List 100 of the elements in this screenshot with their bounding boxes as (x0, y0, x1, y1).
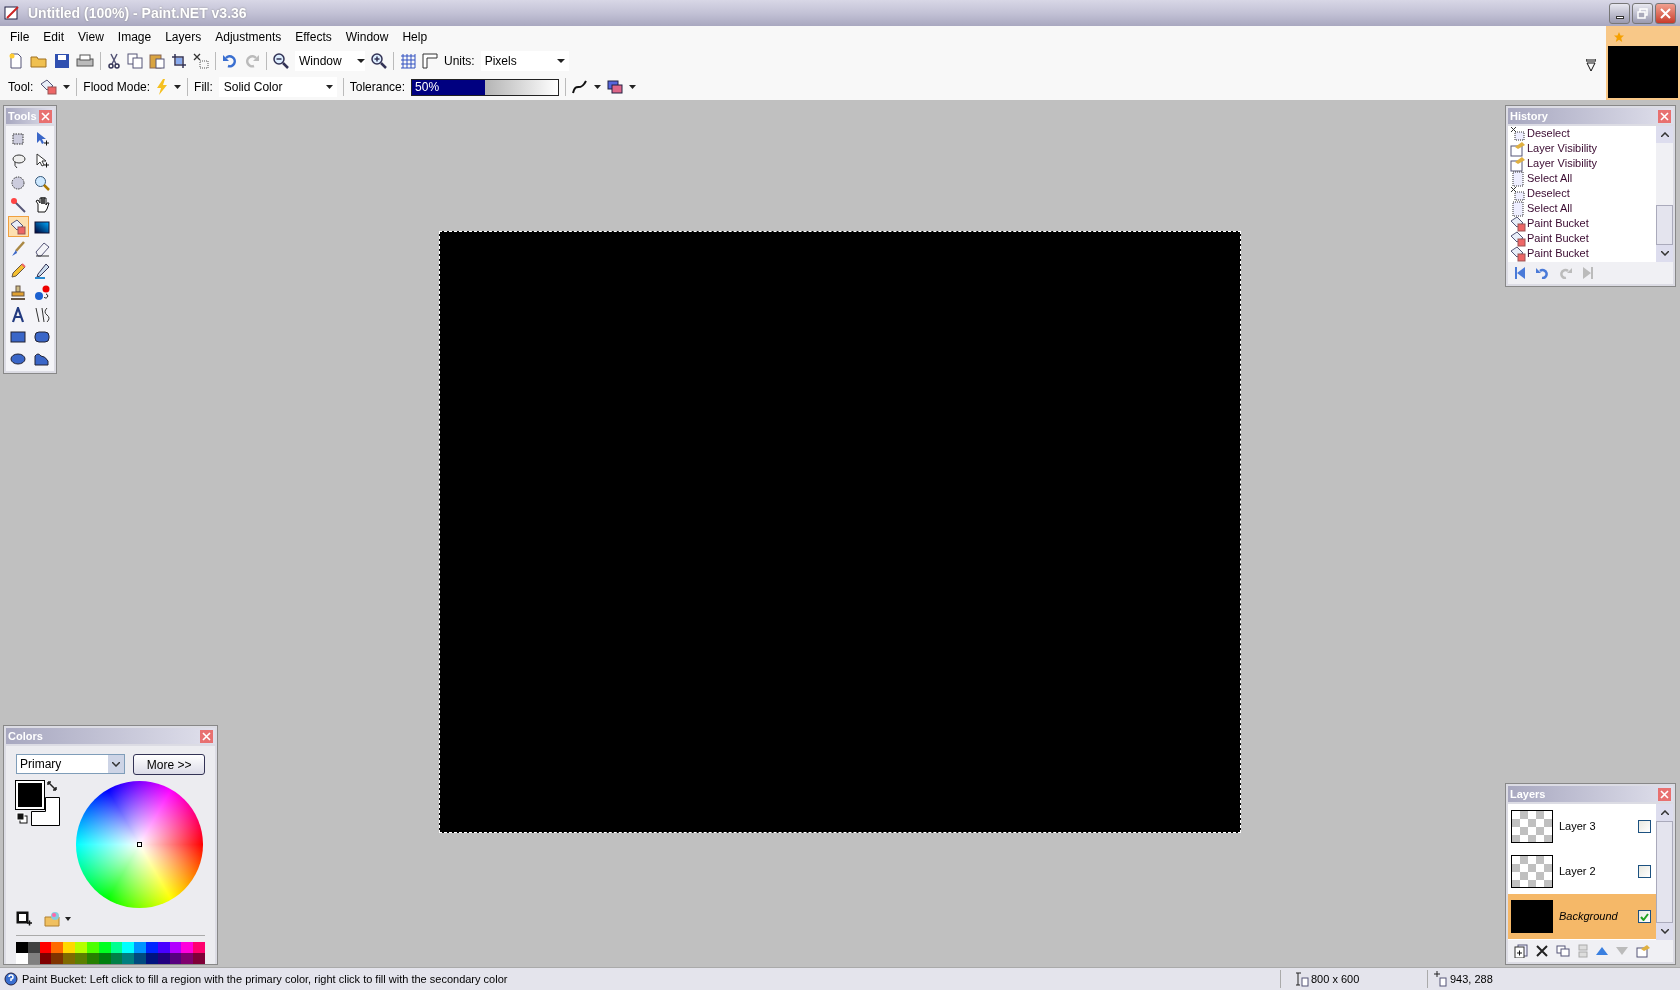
palette-swatch[interactable] (169, 953, 182, 964)
caret-icon[interactable] (63, 85, 71, 89)
blend-mode-icon[interactable] (607, 80, 624, 94)
move-up-icon[interactable] (1596, 947, 1608, 955)
palette-swatch[interactable] (181, 953, 194, 964)
color-wheel-marker[interactable] (137, 842, 142, 847)
copy-icon[interactable] (127, 53, 143, 69)
fill-dropdown[interactable]: Solid Color (218, 77, 337, 97)
palette-swatch[interactable] (98, 953, 111, 964)
scroll-up-icon[interactable] (1660, 810, 1669, 815)
add-color-icon[interactable] (16, 911, 32, 927)
primary-color-swatch[interactable] (16, 781, 44, 809)
palette-swatch[interactable] (134, 953, 146, 964)
paint-bucket-icon[interactable] (39, 79, 58, 95)
palette-swatch[interactable] (134, 942, 146, 953)
more-button[interactable]: More >> (133, 754, 205, 775)
grid-icon[interactable] (400, 53, 416, 69)
caret-icon[interactable] (594, 85, 602, 89)
palette-swatch[interactable] (122, 953, 135, 964)
history-item[interactable]: Deselect (1527, 126, 1570, 142)
caret-icon[interactable] (174, 85, 182, 89)
caret-icon[interactable] (629, 85, 637, 89)
palette-swatch[interactable] (86, 953, 99, 964)
close-button[interactable] (200, 729, 213, 743)
palette-swatch[interactable] (145, 953, 158, 964)
menu-item[interactable]: Image (111, 28, 158, 46)
duplicate-layer-icon[interactable] (1556, 945, 1570, 957)
deselect-icon[interactable] (193, 53, 209, 69)
history-item[interactable]: Layer Visibility (1527, 140, 1598, 157)
scroll-thumb[interactable] (1656, 205, 1673, 245)
palette-swatch[interactable] (27, 942, 40, 953)
scroll-thumb[interactable] (1656, 821, 1673, 923)
close-button[interactable] (1655, 2, 1676, 24)
menu-item[interactable]: Help (396, 28, 434, 46)
palette-swatch[interactable] (193, 942, 205, 953)
undo-icon[interactable] (222, 53, 238, 69)
layer-properties-icon[interactable] (1636, 944, 1650, 958)
menu-item[interactable]: Edit (37, 28, 71, 46)
history-item[interactable]: Layer Visibility (1527, 155, 1598, 172)
zoom-dropdown[interactable]: Window (295, 51, 365, 71)
palette-swatch[interactable] (51, 942, 64, 953)
history-item[interactable]: Select All (1527, 170, 1573, 187)
layer-row[interactable]: Background (1508, 894, 1656, 939)
swap-colors-icon[interactable] (47, 781, 57, 791)
palette-swatch[interactable] (110, 953, 123, 964)
menu-item[interactable]: Adjustments (209, 28, 288, 46)
palette-swatch[interactable] (157, 953, 170, 964)
scrollbar[interactable] (1656, 804, 1673, 940)
history-item[interactable]: Paint Bucket (1527, 230, 1589, 247)
curve-icon[interactable] (572, 79, 589, 95)
zoom-out-icon[interactable] (273, 53, 289, 69)
first-step-icon[interactable] (1514, 267, 1526, 279)
printer-icon[interactable] (76, 53, 94, 69)
palette-swatch[interactable] (157, 942, 170, 953)
tool-button[interactable] (7, 216, 29, 237)
crop-icon[interactable] (171, 53, 187, 69)
palette-swatch[interactable] (145, 942, 158, 953)
caret-icon[interactable] (65, 917, 71, 921)
menu-item[interactable]: Layers (159, 28, 208, 46)
units-dropdown[interactable]: Pixels (480, 51, 569, 71)
restore-button[interactable] (1632, 2, 1653, 24)
menu-item[interactable]: View (72, 28, 110, 46)
palette-swatch[interactable] (169, 942, 182, 953)
palette-swatch[interactable] (98, 942, 111, 953)
tolerance-slider[interactable]: 50% (411, 78, 560, 96)
menu-item[interactable]: Window (339, 28, 395, 46)
palette-swatch[interactable] (16, 953, 28, 964)
ruler-icon[interactable] (422, 53, 438, 69)
zoom-in-icon[interactable] (371, 53, 387, 69)
scroll-down-icon[interactable] (1660, 251, 1669, 256)
palette-swatch[interactable] (75, 942, 87, 953)
palette-swatch[interactable] (27, 953, 40, 964)
close-button[interactable] (39, 109, 52, 123)
scrollbar[interactable] (1656, 126, 1673, 262)
delete-icon[interactable] (1536, 945, 1548, 957)
palette-swatch[interactable] (63, 942, 76, 953)
scissors-icon[interactable] (107, 53, 121, 69)
history-item[interactable]: Deselect (1527, 185, 1570, 202)
palette-swatch[interactable] (51, 953, 64, 964)
history-item[interactable]: Paint Bucket (1527, 245, 1589, 262)
palette-swatch[interactable] (75, 953, 87, 964)
history-item[interactable]: Paint Bucket (1527, 215, 1589, 232)
color-mode-dropdown[interactable]: Primary (16, 754, 126, 774)
scroll-down-icon[interactable] (1660, 929, 1669, 934)
window-list-icon[interactable] (1586, 58, 1596, 72)
visibility-checkbox[interactable] (1638, 865, 1651, 878)
new-file-icon[interactable] (8, 53, 24, 69)
palette-swatch[interactable] (39, 953, 52, 964)
menu-item[interactable]: File (4, 28, 36, 46)
palette-swatch[interactable] (181, 942, 194, 953)
palette-swatch[interactable] (193, 953, 205, 964)
image-tab[interactable] (1606, 26, 1680, 100)
folder-icon[interactable] (30, 53, 48, 69)
palette-swatch[interactable] (122, 942, 135, 953)
palette-swatch[interactable] (16, 942, 28, 953)
history-item[interactable]: Select All (1527, 200, 1573, 217)
palette-swatch[interactable] (63, 953, 76, 964)
palette-swatch[interactable] (86, 942, 99, 953)
visibility-checkbox[interactable] (1638, 910, 1651, 923)
minimize-button[interactable] (1609, 2, 1630, 24)
